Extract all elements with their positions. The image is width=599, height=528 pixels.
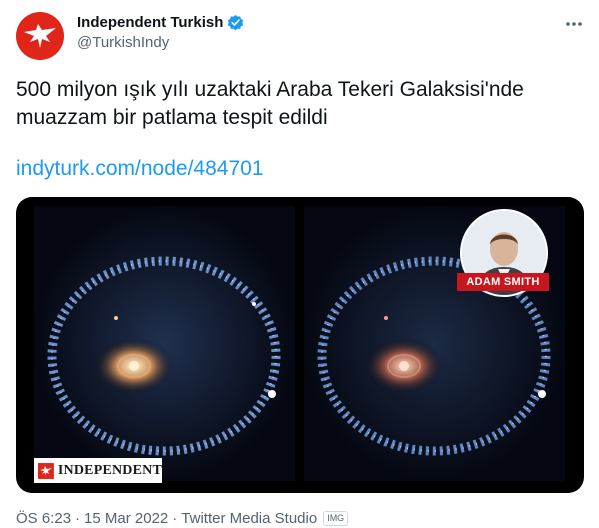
tweet-time[interactable]: ÖS 6:23	[16, 510, 71, 527]
eagle-logo-icon	[24, 24, 56, 48]
more-dots-icon	[566, 22, 582, 26]
reporter-name-badge: ADAM SMITH	[457, 273, 549, 291]
tweet-link[interactable]: indyturk.com/node/484701	[16, 157, 264, 181]
eagle-logo-icon	[38, 462, 54, 479]
tweet-text: 500 milyon ışık yılı uzaktaki Araba Teke…	[16, 78, 524, 129]
account-avatar[interactable]	[16, 12, 64, 60]
galaxy-image-left	[34, 206, 295, 481]
account-handle[interactable]: @TurkishIndy	[77, 34, 169, 51]
tweet-meta: ÖS 6:23 · 15 Mar 2022 · Twitter Media St…	[16, 510, 349, 527]
tweet-date[interactable]: 15 Mar 2022	[84, 510, 168, 527]
img-badge: IMG	[323, 511, 349, 526]
publisher-logo-text: INDEPENDENT	[57, 462, 162, 478]
meta-separator: ·	[172, 510, 178, 527]
tweet-media[interactable]: ADAM SMITH INDEPENDENT	[16, 197, 584, 493]
tweet-source[interactable]: Twitter Media Studio	[181, 510, 317, 527]
publisher-logo: INDEPENDENT	[34, 458, 162, 483]
more-options-button[interactable]	[560, 10, 588, 38]
display-name[interactable]: Independent Turkish	[77, 14, 223, 31]
verified-badge-icon	[227, 14, 244, 31]
meta-separator: ·	[75, 510, 81, 527]
